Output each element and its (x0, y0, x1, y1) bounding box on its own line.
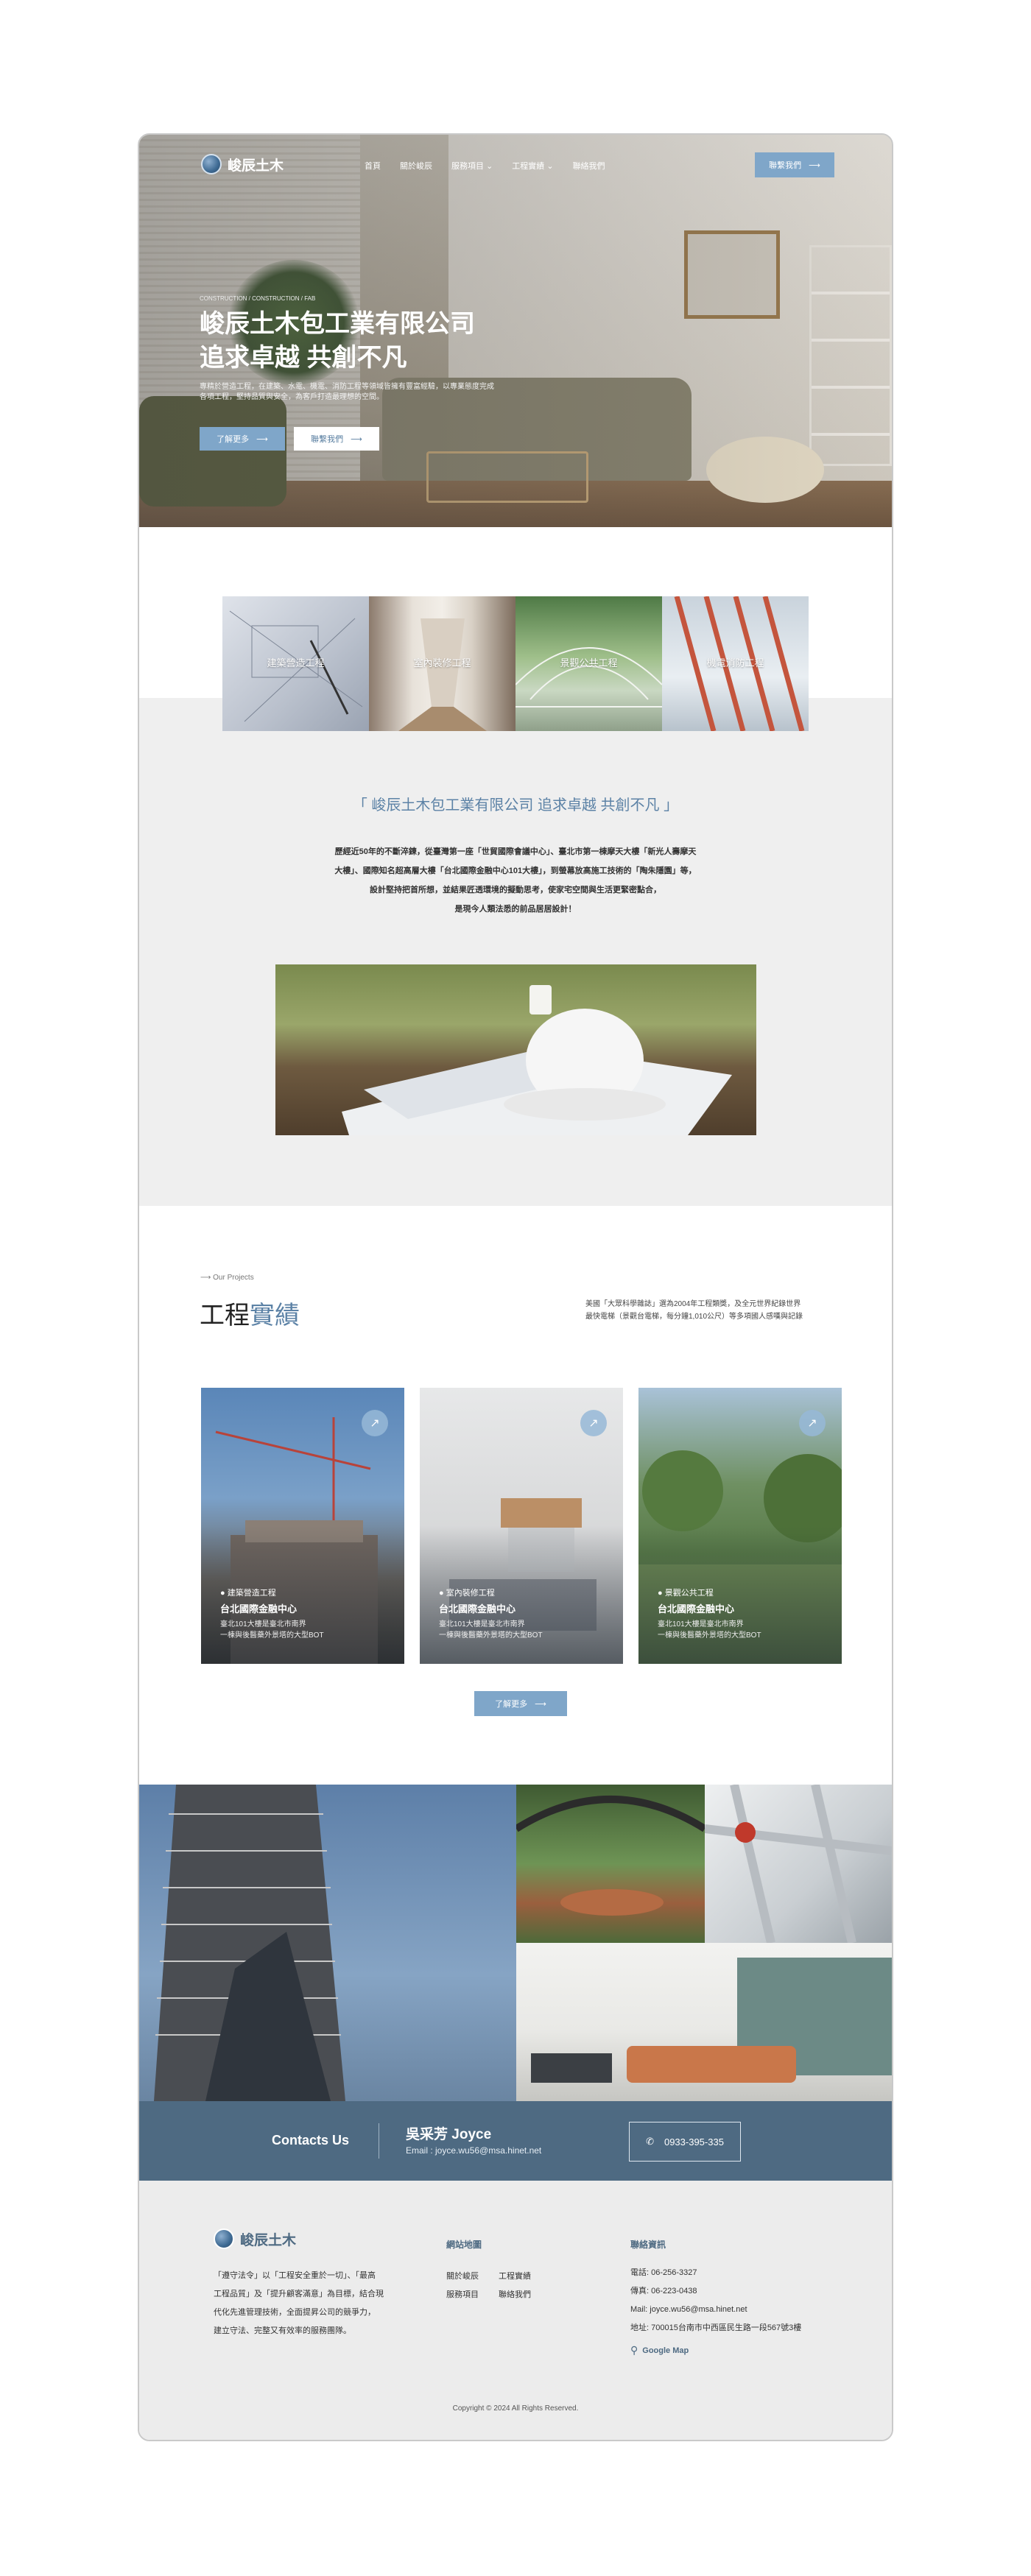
project-card[interactable]: ↗ ● 室內裝修工程 台北國際金融中心 臺北101大樓是臺北市南界 一棟與後醫藥外… (420, 1388, 623, 1664)
service-label: 景觀公共工程 (560, 657, 618, 668)
projects-title: 工程實績 (200, 1302, 300, 1330)
project-card[interactable]: ↗ ● 建築營造工程 台北國際金融中心 臺北101大樓是臺北市南界 一棟與後醫藥外… (201, 1388, 404, 1664)
footer-link-services[interactable]: 服務項目 (446, 2288, 479, 2300)
project-category: ● 建築營造工程 (220, 1589, 276, 1598)
service-tile-landscape[interactable]: 景觀公共工程 (516, 596, 662, 731)
footer-contact-info: 電話: 06-256-3327 傳真: 06-223-0438 Mail: jo… (630, 2264, 801, 2337)
arrow-up-right-icon[interactable]: ↗ (362, 1410, 388, 1436)
footer-sitemap-heading: 網站地圖 (446, 2240, 482, 2250)
nav-services[interactable]: 服務項目 ⌄ (451, 160, 493, 172)
project-card[interactable]: ↗ ● 景觀公共工程 台北國際金融中心 臺北101大樓是臺北市南界 一棟與後醫藥外… (638, 1388, 842, 1664)
hero-banner: 峻辰土木 首頁 關於峻辰 服務項目 ⌄ 工程實績 ⌄ 聯絡我們 聯繫我們 ⟶ CO… (139, 135, 892, 527)
footer-contact-heading: 聯絡資訊 (630, 2240, 666, 2250)
hero-description: 專精於營造工程，在建築、水電、機電、消防工程等領域皆擁有豐富經驗，以專業態度完成… (200, 383, 494, 401)
site-footer: 峻辰土木 「遵守法令」以「工程安全重於一切」、「最高 工程品質」及「提升顧客滿意… (139, 2181, 892, 2440)
footer-logo[interactable]: 峻辰土木 (214, 2229, 296, 2249)
helmet-blueprint-icon (342, 985, 732, 1135)
projects-more-button[interactable]: 了解更多 ⟶ (474, 1691, 567, 1716)
hero-more-button[interactable]: 了解更多 ⟶ (200, 427, 285, 451)
project-summary: 臺北101大樓是臺北市南界 一棟與後醫藥外景塔的大型BOT (658, 1620, 761, 1640)
contact-phone-button[interactable]: ✆ 0933-395-335 (629, 2122, 741, 2162)
gallery-garden-image (516, 1785, 705, 1943)
service-label: 建築營造工程 (267, 657, 325, 668)
arrow-right-icon: ⟶ (200, 1274, 214, 1282)
service-tile-electrical[interactable]: 機電消防工程 (662, 596, 809, 731)
service-label: 室內裝修工程 (413, 657, 471, 668)
living-room-icon (531, 1958, 892, 2083)
footer-logo-text: 峻辰土木 (240, 2232, 297, 2248)
intro-quote: 「 峻辰土木包工業有限公司 追求卓越 共創不凡 」 (352, 797, 679, 814)
contact-bar-label: Contacts Us (272, 2133, 350, 2148)
site-logo[interactable]: 峻辰土木 (201, 154, 284, 174)
copyright: Copyright © 2024 All Rights Reserved. (452, 2404, 579, 2413)
project-category: ● 室內裝修工程 (439, 1589, 495, 1598)
projects-kicker: ⟶ Our Projects (200, 1274, 254, 1282)
project-name: 台北國際金融中心 (439, 1603, 516, 1615)
project-summary: 臺北101大樓是臺北市南界 一棟與後醫藥外景塔的大型BOT (220, 1620, 324, 1640)
footer-link-contact[interactable]: 聯絡我們 (499, 2288, 531, 2300)
intro-paragraph: 歷經近50年的不斷淬鍊，從臺灣第一座「世貿國際會議中心」、臺北市第一棟摩天大樓「… (334, 847, 697, 914)
contact-email[interactable]: Email : joyce.wu56@msa.hinet.net (406, 2145, 541, 2156)
footer-link-about[interactable]: 關於峻辰 (446, 2270, 479, 2282)
nav-contact[interactable]: 聯絡我們 (573, 160, 605, 172)
tower-icon (154, 1785, 345, 2101)
project-name: 台北國際金融中心 (220, 1603, 298, 1615)
footer-address: 地址: 700015台南市中西區民生路一段567號3樓 (630, 2323, 802, 2332)
service-tile-construction[interactable]: 建築營造工程 (222, 596, 369, 731)
garden-icon (516, 1796, 705, 1916)
phone-icon: ✆ (646, 2136, 654, 2147)
service-label: 機電消防工程 (706, 657, 764, 668)
gallery-tower-image (139, 1785, 516, 2101)
footer-link-projects[interactable]: 工程實績 (499, 2270, 531, 2282)
gallery-pipes-image (705, 1785, 892, 1943)
project-name: 台北國際金融中心 (658, 1603, 735, 1615)
nav-about[interactable]: 關於峻辰 (400, 160, 432, 172)
arrow-right-icon: ⟶ (351, 434, 362, 444)
contact-bar: Contacts Us 吳采芳 Joyce Email : joyce.wu56… (139, 2101, 892, 2181)
map-pin-icon: ⚲ (630, 2344, 638, 2356)
logo-globe-icon (201, 154, 222, 174)
footer-about: 「遵守法令」以「工程安全重於一切」、「最高 工程品質」及「提升顧客滿意」為目標，… (214, 2271, 384, 2335)
chevron-down-icon: ⌄ (486, 162, 493, 171)
hero-breadcrumb: CONSTRUCTION / CONSTRUCTION / FAB (200, 295, 316, 302)
arrow-up-right-icon[interactable]: ↗ (580, 1410, 607, 1436)
intro-helmet-image (275, 964, 756, 1135)
chevron-down-icon: ⌄ (546, 162, 554, 171)
project-category: ● 景觀公共工程 (658, 1589, 714, 1598)
contact-name: 吳采芳 Joyce (406, 2127, 492, 2142)
hero-contact-button[interactable]: 聯繫我們 ⟶ (294, 427, 379, 451)
google-map-link[interactable]: ⚲ Google Map (630, 2344, 689, 2357)
projects-description: 美國「大眾科學雜誌」選為2004年工程類獎，及全元世界紀錄世界 最快電梯（景觀台… (585, 1300, 803, 1321)
page-frame: 峻辰土木 首頁 關於峻辰 服務項目 ⌄ 工程實績 ⌄ 聯絡我們 聯繫我們 ⟶ CO… (138, 133, 893, 2441)
industrial-pipes-icon (705, 1785, 892, 1943)
footer-mail[interactable]: Mail: joyce.wu56@msa.hinet.net (630, 2301, 801, 2319)
header-contact-button[interactable]: 聯繫我們 ⟶ (755, 152, 834, 177)
nav-home[interactable]: 首頁 (365, 160, 381, 172)
footer-tel: 電話: 06-256-3327 (630, 2268, 697, 2277)
main-nav: 首頁 關於峻辰 服務項目 ⌄ 工程實績 ⌄ 聯絡我們 (365, 160, 605, 172)
hero-title: 峻辰土木包工業有限公司 追求卓越 共創不凡 (200, 310, 475, 372)
arrow-up-right-icon[interactable]: ↗ (799, 1410, 826, 1436)
gallery-living-room-image (516, 1943, 892, 2101)
arrow-right-icon: ⟶ (256, 434, 268, 444)
service-tile-interior[interactable]: 室內裝修工程 (369, 596, 516, 731)
nav-projects[interactable]: 工程實績 ⌄ (512, 160, 553, 172)
project-summary: 臺北101大樓是臺北市南界 一棟與後醫藥外景塔的大型BOT (439, 1620, 543, 1640)
arrow-right-icon: ⟶ (535, 1699, 546, 1709)
logo-text: 峻辰土木 (228, 158, 284, 174)
arrow-right-icon: ⟶ (809, 160, 820, 170)
logo-globe-icon (214, 2229, 234, 2249)
footer-fax: 傳真: 06-223-0438 (630, 2287, 697, 2296)
